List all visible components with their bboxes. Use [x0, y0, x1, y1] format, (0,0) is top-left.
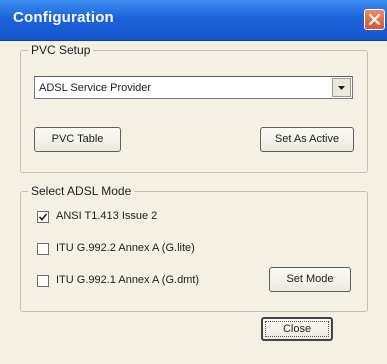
option-label: ANSI T1.413 Issue 2 [56, 210, 158, 222]
adsl-mode-group: Select ADSL Mode ANSI T1.413 Issue 2 ITU… [20, 184, 368, 312]
chevron-down-icon[interactable] [332, 78, 351, 97]
close-icon[interactable] [364, 9, 385, 30]
checkbox-unchecked[interactable] [37, 243, 49, 255]
configuration-dialog: Configuration PVC Setup ADSL Service Pro… [0, 0, 387, 364]
pvc-setup-legend: PVC Setup [28, 43, 94, 57]
close-button[interactable]: Close [261, 317, 333, 341]
dialog-body: PVC Setup ADSL Service Provider PVC Tabl… [10, 41, 377, 356]
option-label: ITU G.992.1 Annex A (G.dmt) [56, 274, 200, 286]
adsl-mode-legend: Select ADSL Mode [28, 184, 135, 198]
set-mode-button[interactable]: Set Mode [269, 267, 351, 292]
checkbox-unchecked[interactable] [37, 275, 49, 287]
set-as-active-button[interactable]: Set As Active [260, 127, 354, 152]
provider-select-value: ADSL Service Provider [39, 82, 152, 94]
pvc-table-button[interactable]: PVC Table [34, 127, 121, 152]
title-bar[interactable]: Configuration [0, 0, 387, 41]
window-title: Configuration [13, 9, 114, 26]
pvc-setup-group: PVC Setup ADSL Service Provider PVC Tabl… [20, 43, 368, 173]
provider-select[interactable]: ADSL Service Provider [34, 76, 353, 99]
option-label: ITU G.992.2 Annex A (G.lite) [56, 242, 195, 254]
checkbox-checked[interactable] [37, 211, 49, 223]
